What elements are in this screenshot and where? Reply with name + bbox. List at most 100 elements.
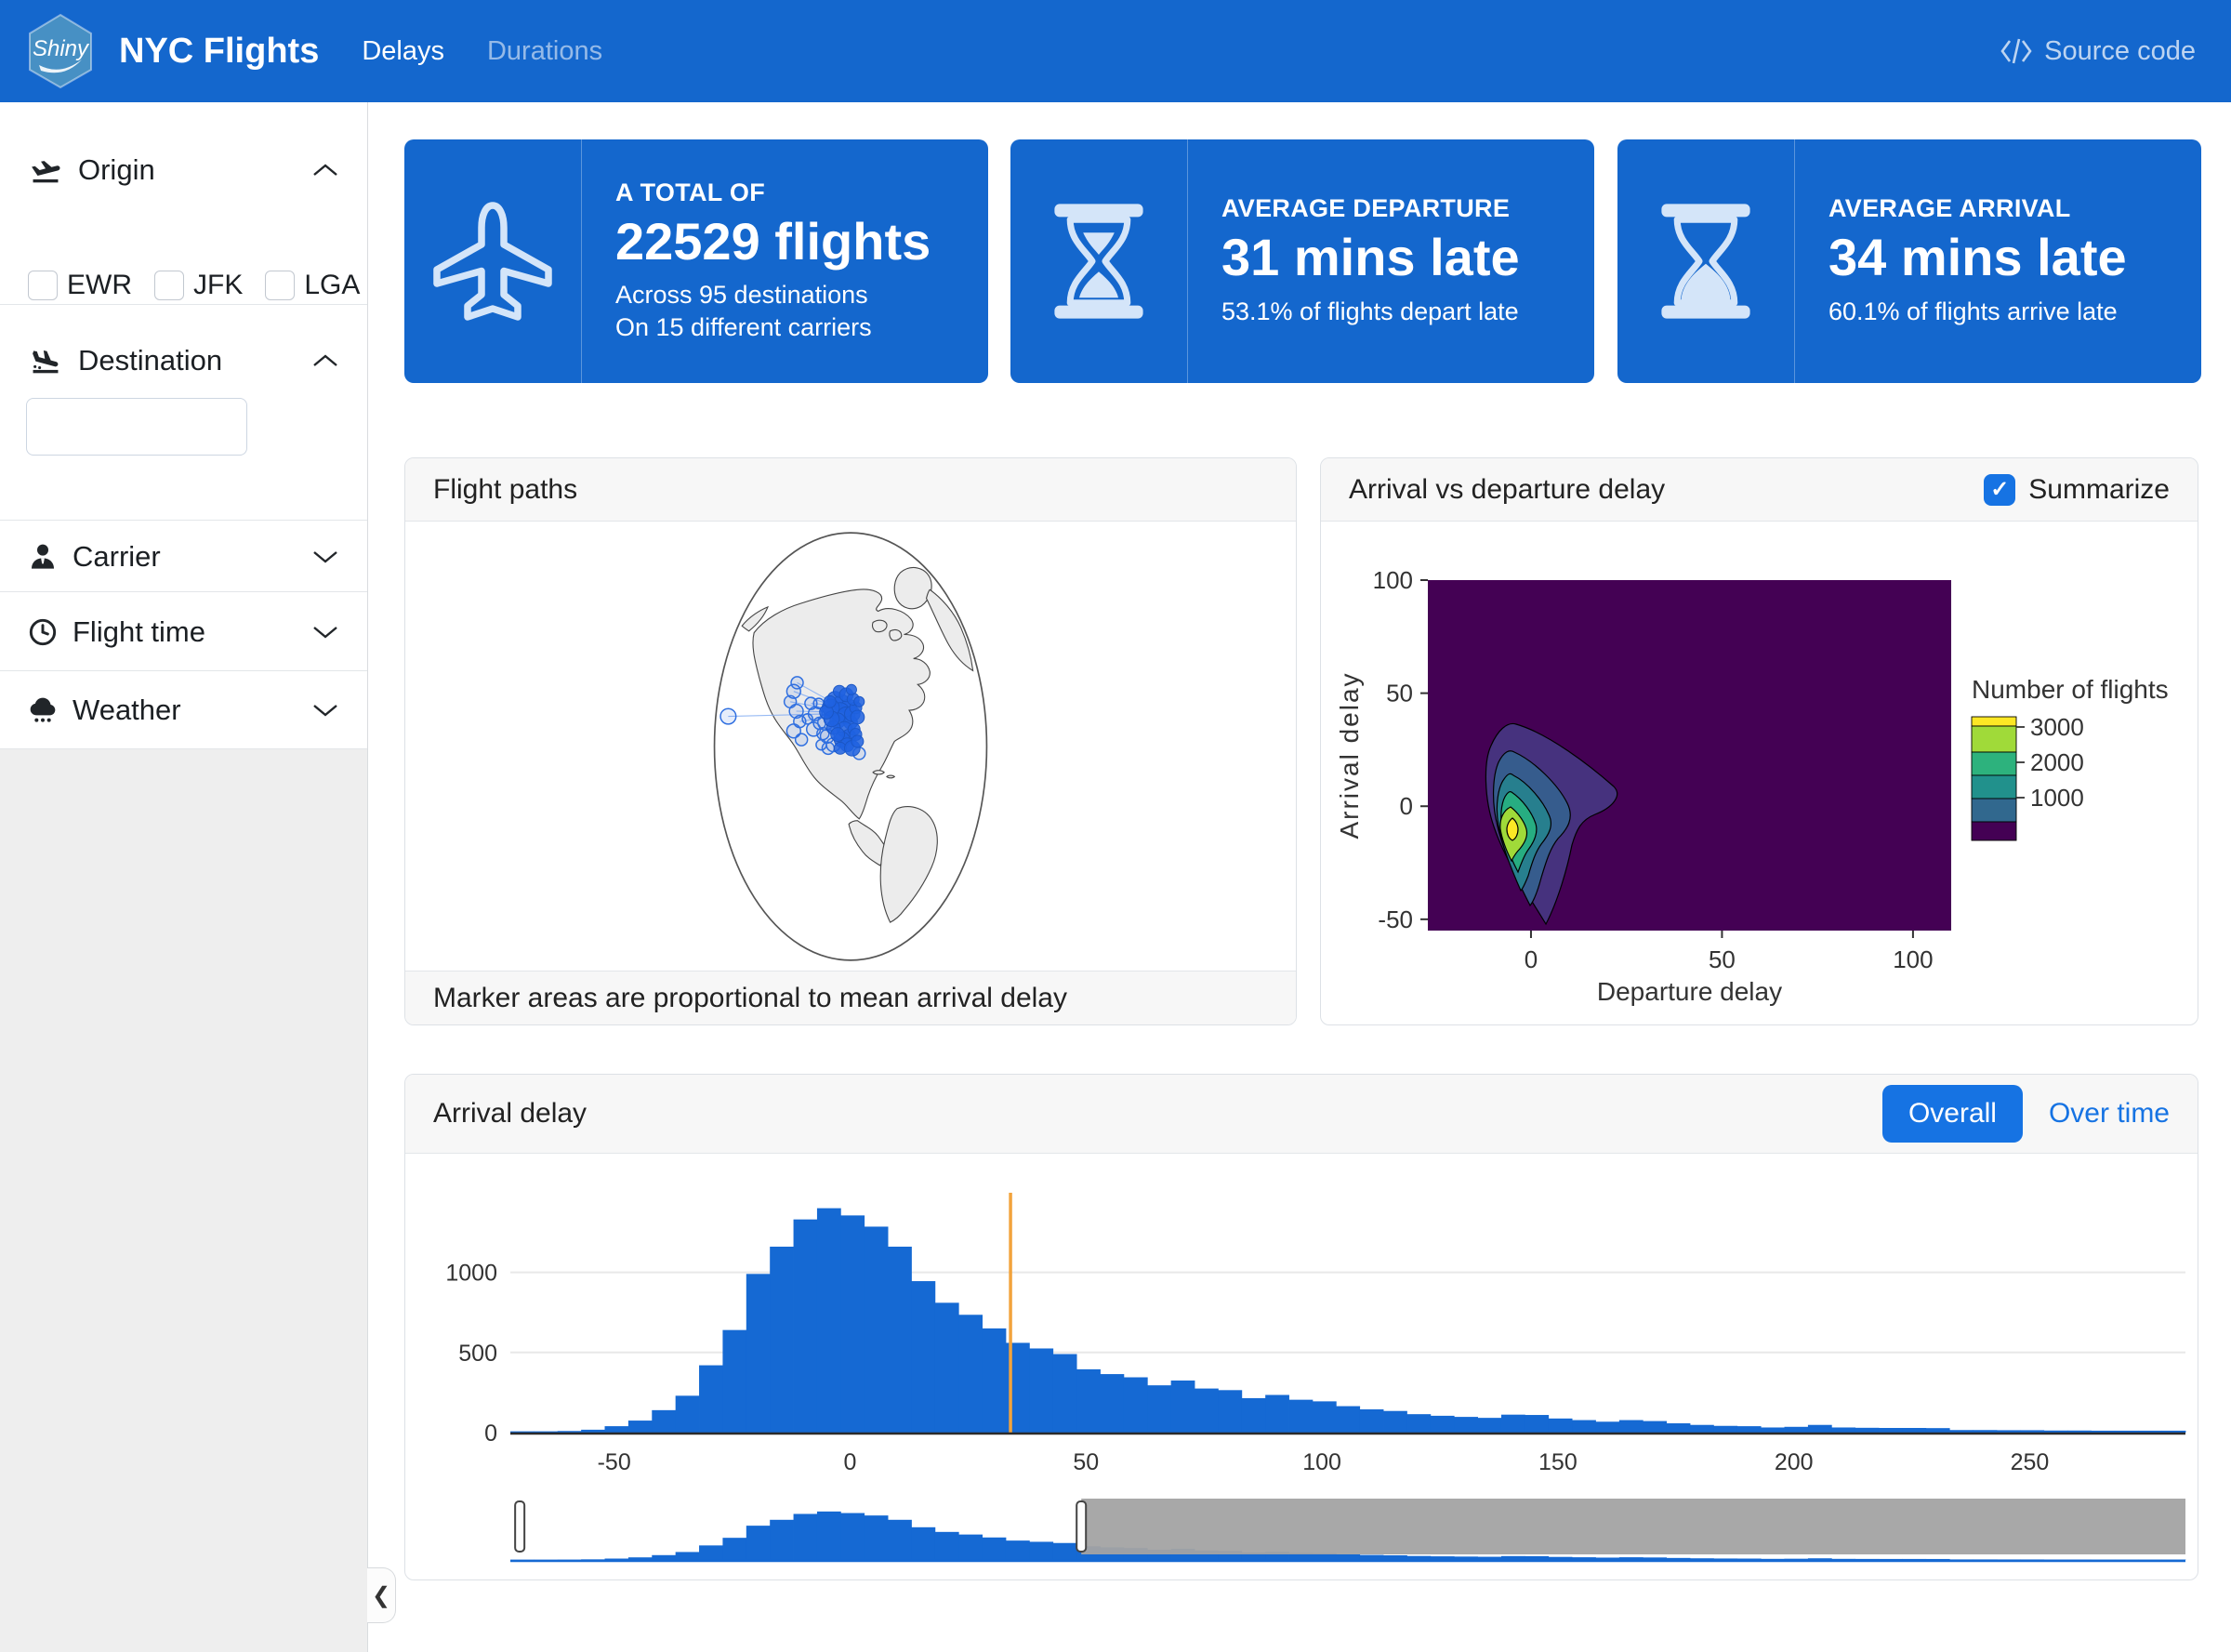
- flight-paths-title: Flight paths: [433, 474, 577, 506]
- flight-paths-footer: Marker areas are proportional to mean ar…: [405, 971, 1296, 1024]
- accordion-carrier-header[interactable]: Carrier: [0, 521, 367, 592]
- range-selector-veil: [1081, 1499, 2185, 1554]
- svg-text:3000: 3000: [2030, 713, 2084, 741]
- accordion-destination-header[interactable]: Destination: [0, 305, 367, 405]
- checkbox-checked-icon[interactable]: ✓: [1984, 474, 2015, 506]
- accordion-destination: Destination: [0, 305, 367, 521]
- svg-text:Arrival delay: Arrival delay: [1335, 671, 1364, 839]
- checkbox-lga[interactable]: [265, 271, 295, 300]
- flight-map-body: [405, 522, 1296, 971]
- range-selector-handle-right[interactable]: [1076, 1501, 1086, 1552]
- hourglass-half-icon: [1010, 139, 1188, 383]
- code-icon: [2000, 37, 2033, 65]
- valuebox-subtitle-1: Across 95 destinations: [615, 279, 931, 311]
- checkbox-jfk[interactable]: [154, 271, 184, 300]
- svg-text:1000: 1000: [2030, 784, 2084, 812]
- svg-text:500: 500: [458, 1341, 497, 1367]
- chevron-down-icon: [311, 703, 339, 718]
- chevron-left-icon: ❮: [372, 1582, 390, 1609]
- accordion-flight-time: Flight time: [0, 592, 367, 671]
- arrival-delay-header: Arrival delay Overall Over time: [405, 1075, 2198, 1154]
- arrival-delay-title: Arrival delay: [433, 1098, 587, 1130]
- contour-plot: 0 50 100 100 50 0 -50 Departure delay Arrival de…: [1321, 522, 2197, 1024]
- svg-text:0: 0: [1400, 792, 1413, 820]
- accordion-weather-header[interactable]: Weather: [0, 671, 367, 749]
- valuebox-total-flights: A TOTAL OF 22529 flights Across 95 desti…: [404, 139, 988, 383]
- plane-departure-icon: [28, 154, 63, 186]
- valuebox-value: 22529 flights: [615, 213, 931, 271]
- valuebox-avg-arrival: AVERAGE ARRIVAL 34 mins late 60.1% of fl…: [1617, 139, 2201, 383]
- heatmap-card: Arrival vs departure delay ✓ Summarize 0…: [1320, 457, 2198, 1025]
- accordion-carrier-label: Carrier: [73, 540, 161, 574]
- accordion-origin-label: Origin: [78, 153, 155, 187]
- valuebox-subtitle-1: 60.1% of flights arrive late: [1828, 296, 2127, 328]
- svg-text:50: 50: [1709, 945, 1736, 973]
- checkbox-ewr-label: EWR: [67, 270, 132, 301]
- svg-text:0: 0: [1525, 945, 1538, 973]
- airplane-icon: [404, 139, 582, 383]
- tab-delays[interactable]: Delays: [362, 36, 444, 67]
- svg-text:2000: 2000: [2030, 748, 2084, 776]
- heatmap-title: Arrival vs departure delay: [1349, 474, 1665, 506]
- histogram-range-selector[interactable]: [405, 1493, 2197, 1579]
- svg-text:-50: -50: [598, 1449, 631, 1475]
- clock-icon: [28, 617, 58, 647]
- arrival-delay-card: Arrival delay Overall Over time 05001000…: [404, 1074, 2198, 1580]
- flight-paths-card: Flight paths Marker areas are proportion…: [404, 457, 1297, 1025]
- arrival-delay-histogram: 0 500 1000 -50 0 50 100 150 200 250: [405, 1154, 2197, 1488]
- plane-arrival-icon: [28, 345, 63, 377]
- sidebar: Origin EWR JFK LGA Destination: [0, 102, 368, 1652]
- valuebox-title: A TOTAL OF: [615, 178, 931, 207]
- accordion-flight-time-label: Flight time: [73, 615, 205, 649]
- chevron-down-icon: [311, 625, 339, 640]
- accordion-origin: Origin EWR JFK LGA: [0, 102, 367, 305]
- svg-text:150: 150: [1538, 1449, 1578, 1475]
- accordion-flight-time-header[interactable]: Flight time: [0, 592, 367, 671]
- checkbox-ewr[interactable]: [28, 271, 58, 300]
- svg-text:200: 200: [1775, 1449, 1814, 1475]
- app-title: NYC Flights: [119, 32, 319, 72]
- shiny-logo-text: Shiny: [33, 36, 90, 61]
- accordion-weather-label: Weather: [73, 694, 181, 727]
- svg-text:0: 0: [484, 1421, 497, 1447]
- valuebox-avg-departure: AVERAGE DEPARTURE 31 mins late 53.1% of …: [1010, 139, 1594, 383]
- navbar: Shiny NYC Flights Delays Durations Sourc…: [0, 0, 2231, 102]
- svg-text:100: 100: [1373, 566, 1413, 594]
- shiny-logo[interactable]: Shiny: [26, 13, 95, 89]
- svg-text:100: 100: [1302, 1449, 1341, 1475]
- tab-durations[interactable]: Durations: [487, 36, 602, 67]
- summarize-label: Summarize: [2028, 474, 2170, 506]
- source-code-link[interactable]: Source code: [2000, 36, 2196, 67]
- accordion-origin-header[interactable]: Origin: [0, 102, 367, 221]
- cloud-rain-icon: [28, 695, 58, 725]
- summarize-checkbox[interactable]: ✓ Summarize: [1984, 474, 2170, 506]
- flight-map-globe[interactable]: [704, 522, 997, 971]
- toggle-overall-button[interactable]: Overall: [1882, 1085, 2023, 1143]
- chevron-up-icon: [311, 353, 339, 368]
- accordion-destination-label: Destination: [78, 344, 222, 377]
- toggle-overtime-link[interactable]: Over time: [2049, 1098, 2170, 1130]
- destination-input[interactable]: [26, 398, 247, 456]
- valuebox-subtitle-2: On 15 different carriers: [615, 311, 931, 344]
- chevron-down-icon: [311, 549, 339, 564]
- range-selector-handle-left[interactable]: [515, 1501, 524, 1552]
- svg-text:50: 50: [1386, 680, 1413, 707]
- svg-text:0: 0: [844, 1449, 857, 1475]
- accordion-weather: Weather: [0, 671, 367, 749]
- svg-text:1000: 1000: [445, 1261, 497, 1287]
- svg-text:-50: -50: [1378, 905, 1413, 933]
- svg-text:Number of flights: Number of flights: [1972, 675, 2169, 704]
- histogram-view-toggle: Overall Over time: [1882, 1085, 2170, 1143]
- hourglass-end-icon: [1617, 139, 1795, 383]
- origin-checkbox-group: EWR JFK LGA: [0, 270, 367, 301]
- svg-text:Departure delay: Departure delay: [1597, 977, 1782, 1006]
- checkbox-jfk-label: JFK: [193, 270, 243, 301]
- valuebox-value: 31 mins late: [1221, 229, 1520, 286]
- svg-text:50: 50: [1073, 1449, 1099, 1475]
- valuebox-title: AVERAGE DEPARTURE: [1221, 194, 1520, 223]
- person-icon: [28, 542, 58, 572]
- svg-text:250: 250: [2011, 1449, 2050, 1475]
- sidebar-collapse-button[interactable]: ❮: [367, 1567, 396, 1623]
- svg-text:100: 100: [1893, 945, 1933, 973]
- heatmap-header: Arrival vs departure delay ✓ Summarize: [1321, 458, 2198, 522]
